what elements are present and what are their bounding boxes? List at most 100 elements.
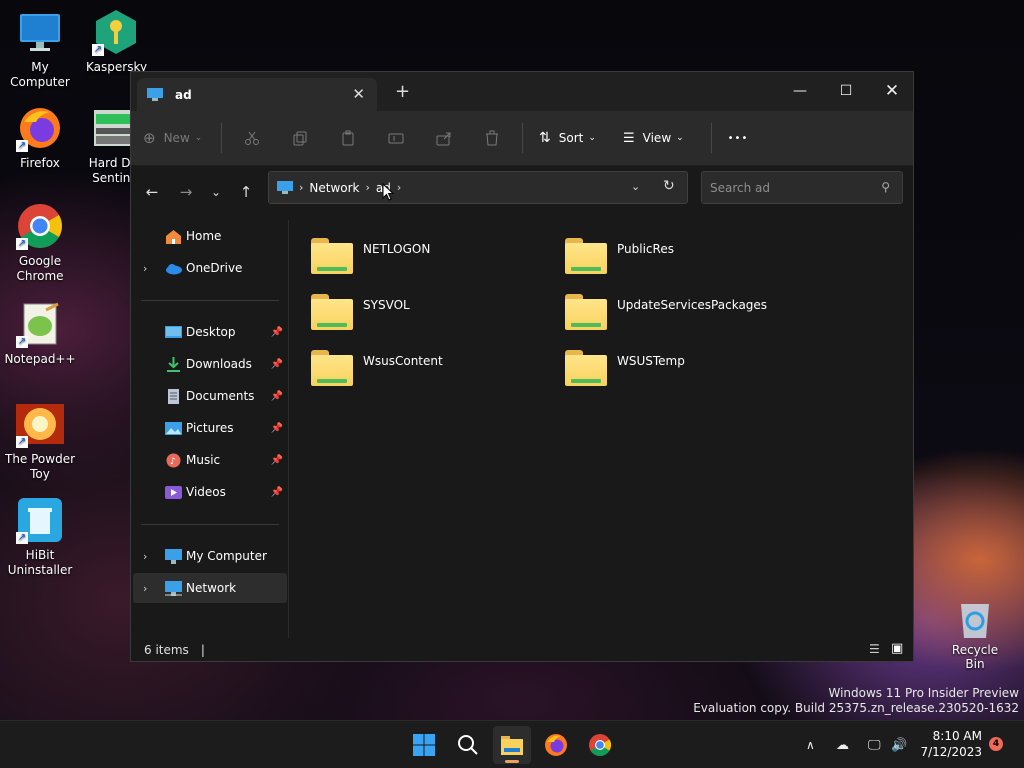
kaspersky-key-icon: ↗ [92,8,140,56]
firefox-taskbar-button[interactable] [537,726,575,764]
search-icon[interactable]: ⚲ [881,180,890,194]
desktop-icon-recycle-bin[interactable]: Recycle Bin [944,598,1006,671]
copy-icon[interactable] [276,122,324,154]
address-history-chevron-icon[interactable]: ⌄ [631,180,640,193]
expand-chevron-icon[interactable]: › [143,550,147,563]
expand-chevron-icon[interactable]: › [143,262,147,275]
file-explorer-taskbar-button[interactable] [493,726,531,764]
address-row: ← → ⌄ ↑ › Network › ad › ⌄ ↻ ⚲ [131,166,913,220]
title-bar[interactable]: ad ✕ + — ☐ ✕ [131,72,913,111]
search-taskbar-button[interactable] [449,726,487,764]
recent-locations-button[interactable]: ⌄ [205,181,227,203]
computer-icon [165,548,182,564]
pin-icon[interactable]: 📌 [271,327,283,338]
watermark-line-1: Windows 11 Pro Insider Preview [828,686,1019,700]
item-count: 6 items [144,643,189,657]
shortcut-arrow-icon: ↗ [16,238,28,250]
new-button[interactable]: ⊕ New ⌄ [143,129,215,147]
shortcut-arrow-icon: ↗ [16,532,28,544]
close-window-button[interactable]: ✕ [869,77,915,105]
chrome-icon [589,734,611,756]
pin-icon[interactable]: 📌 [271,455,283,466]
watermark-line-2: Evaluation copy. Build 25375.zn_release.… [693,701,1019,715]
up-button[interactable]: ↑ [235,181,257,203]
pin-icon[interactable]: 📌 [271,487,283,498]
music-icon: ♪ [166,453,181,467]
new-tab-button[interactable]: + [395,83,410,101]
tiles-view-icon[interactable]: ▣ [891,641,903,656]
search-box[interactable]: ⚲ [701,171,903,204]
sidebar-item-onedrive[interactable]: › OneDrive [133,253,287,283]
pin-icon[interactable]: 📌 [271,423,283,434]
sidebar-item-videos[interactable]: Videos 📌 [133,477,287,507]
desktop-icon-my-computer[interactable]: My Computer [0,8,80,90]
system-clock[interactable]: 8:10 AM 7/12/2023 [918,728,982,760]
sidebar-item-home[interactable]: Home [133,221,287,251]
paste-icon[interactable] [324,122,372,154]
folder-publicres[interactable]: PublicRes [565,234,805,284]
desktop-icon-hibit[interactable]: ↗ HiBit Uninstaller [0,496,80,578]
delete-icon[interactable] [468,122,516,154]
view-button[interactable]: ☰ View ⌄ [617,131,705,146]
folder-icon [501,736,523,755]
monitor-icon [16,8,64,56]
sidebar-item-label: Videos [186,485,226,499]
expand-chevron-icon[interactable]: › [143,582,147,595]
breadcrumb-separator-icon: › [365,181,370,194]
rename-icon[interactable] [372,122,420,154]
start-button[interactable] [405,726,443,764]
chrome-taskbar-button[interactable] [581,726,619,764]
volume-icon[interactable]: 🔊 [891,721,907,768]
maximize-button[interactable]: ☐ [823,77,869,105]
minimize-button[interactable]: — [777,77,823,105]
pin-icon[interactable]: 📌 [271,359,283,370]
windows-logo-icon [413,734,435,756]
sidebar-item-music[interactable]: ♪ Music 📌 [133,445,287,475]
details-view-icon[interactable]: ☰ [869,642,880,656]
desktop-icon-kaspersky[interactable]: ↗ Kaspersky Passwo... [76,8,156,75]
sidebar-item-downloads[interactable]: Downloads 📌 [133,349,287,379]
desktop-icon-firefox[interactable]: ↗ Firefox [0,104,80,171]
search-input[interactable] [710,180,870,195]
folder-updateservicespackages[interactable]: UpdateServicesPackages [565,290,805,340]
sort-label: Sort [558,131,584,145]
tab-label: ad [175,87,192,102]
folder-wsustemp[interactable]: WSUSTemp [565,346,805,396]
folder-wsuscontent[interactable]: WsusContent [311,346,551,396]
desktop-icon-notepadpp[interactable]: ↗ Notepad++ [0,300,80,367]
sidebar-item-pictures[interactable]: Pictures 📌 [133,413,287,443]
cut-icon[interactable] [228,122,276,154]
sidebar-item-desktop[interactable]: Desktop 📌 [133,317,287,347]
refresh-icon[interactable]: ↻ [663,178,675,194]
folder-netlogon[interactable]: NETLOGON [311,234,551,284]
sidebar-item-my-computer[interactable]: › My Computer [133,541,287,571]
network-monitor-icon[interactable]: 🖵 [868,721,881,768]
command-divider [711,123,712,153]
desktop-icon-label: Recycle Bin [951,643,999,671]
desktop-icon-chrome[interactable]: ↗ Google Chrome [0,202,80,284]
sidebar-item-network[interactable]: › Network [133,573,287,603]
pin-icon[interactable]: 📌 [271,391,283,402]
tab-ad[interactable]: ad ✕ [137,78,377,111]
back-button[interactable]: ← [141,181,163,203]
more-options-button[interactable]: ••• [718,133,758,144]
clock-time: 8:10 AM [932,729,982,743]
address-bar[interactable]: › Network › ad › ⌄ ↻ [268,171,688,204]
file-explorer-window: ad ✕ + — ☐ ✕ ⊕ New ⌄ ⇅ Sort ⌄ ☰ View ⌄ •… [130,71,914,662]
breadcrumb-network[interactable]: Network [309,181,359,195]
desktop-icon-powder-toy[interactable]: ↗ The Powder Toy [0,400,80,482]
file-list: NETLOGON PublicRes SYSVOL UpdateServices… [290,220,913,638]
folder-sysvol[interactable]: SYSVOL [311,290,551,340]
notification-badge[interactable]: 4 [989,737,1003,751]
tab-close-icon[interactable]: ✕ [352,85,365,103]
share-icon[interactable] [420,122,468,154]
sort-button[interactable]: ⇅ Sort ⌄ [529,130,617,146]
sidebar-item-documents[interactable]: Documents 📌 [133,381,287,411]
folder-icon [311,346,355,386]
command-bar: ⊕ New ⌄ ⇅ Sort ⌄ ☰ View ⌄ ••• [131,111,913,166]
cloud-offline-icon[interactable]: ☁ [836,721,849,768]
forward-button[interactable]: → [175,181,197,203]
folder-icon [565,290,609,330]
show-hidden-icons-chevron[interactable]: ∧ [806,721,815,768]
folder-name: PublicRes [617,242,674,256]
